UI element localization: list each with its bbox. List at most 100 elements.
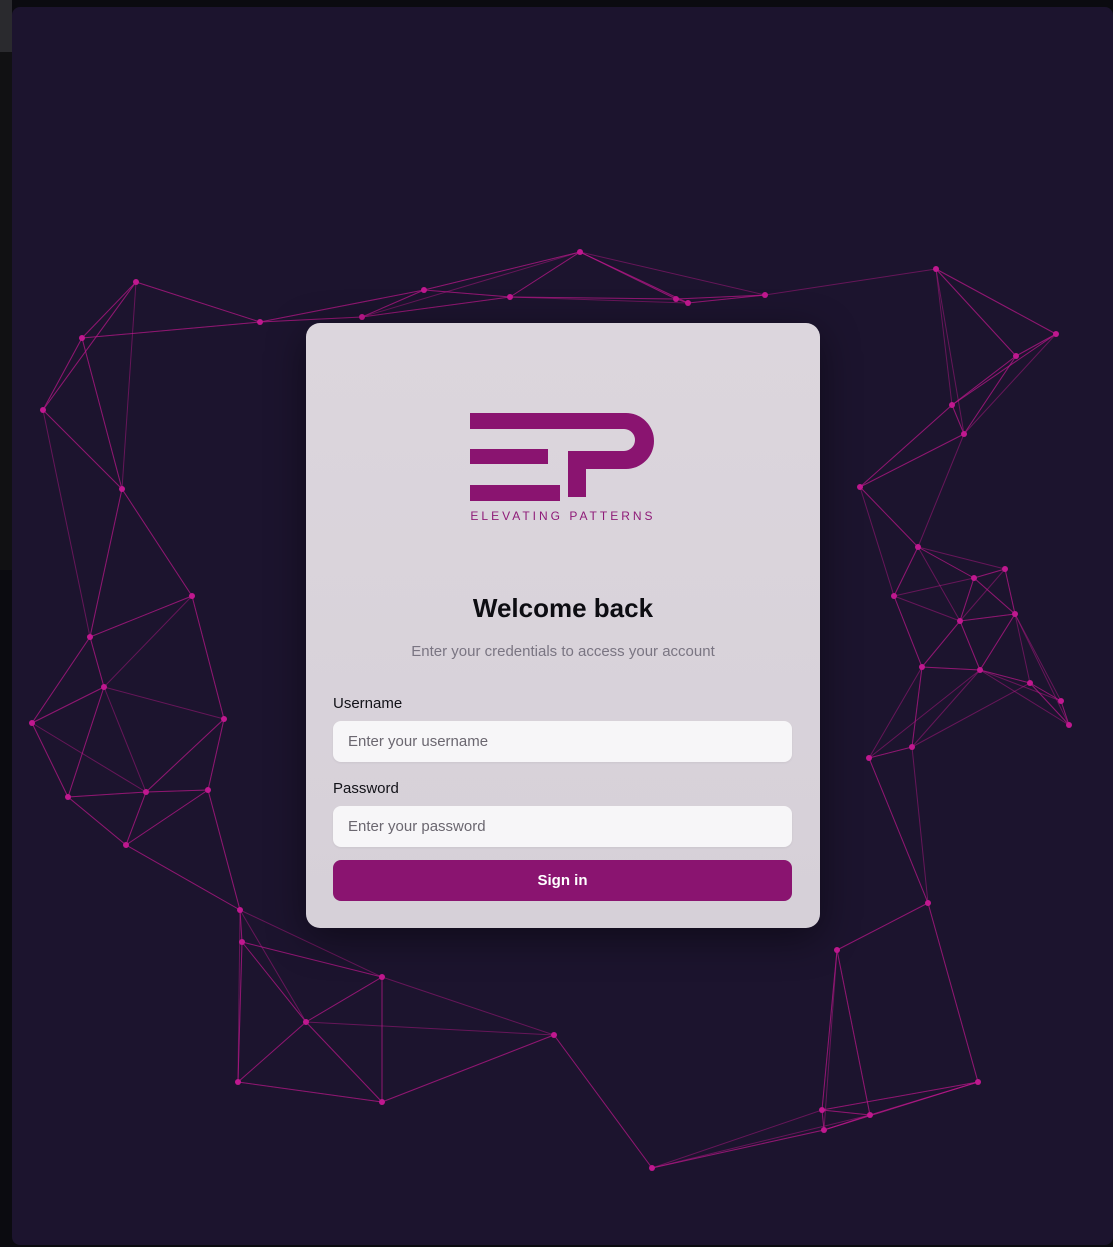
network-node xyxy=(915,544,921,550)
network-node xyxy=(119,486,125,492)
network-node xyxy=(834,947,840,953)
network-node xyxy=(1066,722,1072,728)
network-edge xyxy=(935,268,1057,335)
network-edge xyxy=(859,433,965,488)
network-node xyxy=(40,407,46,413)
network-node xyxy=(303,1019,309,1025)
signin-button[interactable]: Sign in xyxy=(333,860,792,901)
network-edge xyxy=(893,546,919,597)
network-edge xyxy=(103,595,193,688)
network-edge xyxy=(911,666,923,748)
network-edge xyxy=(951,355,1017,406)
network-edge xyxy=(921,666,981,671)
network-edge xyxy=(973,577,1016,615)
network-edge xyxy=(579,251,766,296)
network-node xyxy=(379,974,385,980)
network-node xyxy=(1027,680,1033,686)
network-edge xyxy=(31,686,105,724)
network-edge xyxy=(823,949,838,1131)
network-edge xyxy=(237,1081,383,1103)
network-node xyxy=(819,1107,825,1113)
network-edge xyxy=(423,289,511,298)
network-node xyxy=(101,684,107,690)
network-edge xyxy=(821,1109,871,1116)
app-window: ELEVATING PATTERNS Welcome back Enter yo… xyxy=(12,7,1113,1245)
network-edge xyxy=(381,976,555,1036)
network-edge xyxy=(959,613,1016,622)
network-node xyxy=(205,787,211,793)
network-edge xyxy=(305,1021,555,1036)
network-edge xyxy=(42,409,91,638)
network-edge xyxy=(973,568,1006,579)
network-edge xyxy=(67,796,127,846)
password-input[interactable] xyxy=(333,806,792,847)
network-edge xyxy=(959,620,981,671)
network-node xyxy=(221,716,227,722)
network-node xyxy=(673,296,679,302)
network-edge xyxy=(125,789,209,846)
network-node xyxy=(65,794,71,800)
network-node xyxy=(977,667,983,673)
network-edge xyxy=(103,686,147,793)
network-edge xyxy=(935,268,1017,357)
network-node xyxy=(762,292,768,298)
network-edge xyxy=(42,281,137,411)
network-node xyxy=(87,634,93,640)
network-node xyxy=(1053,331,1059,337)
network-edge xyxy=(911,669,981,748)
background-edge xyxy=(0,0,12,570)
network-node xyxy=(379,1099,385,1105)
network-node xyxy=(577,249,583,255)
network-node xyxy=(821,1127,827,1133)
username-label: Username xyxy=(333,695,403,712)
network-edge xyxy=(239,909,307,1023)
network-edge xyxy=(145,789,209,793)
network-edge xyxy=(935,268,965,435)
network-edge xyxy=(81,337,123,490)
network-edge xyxy=(81,321,261,339)
network-node xyxy=(189,593,195,599)
network-edge xyxy=(868,757,929,904)
network-edge xyxy=(859,486,895,597)
network-edge xyxy=(821,949,838,1111)
network-node xyxy=(949,402,955,408)
network-node xyxy=(359,314,365,320)
network-edge xyxy=(764,268,937,296)
background-edge-top xyxy=(0,0,12,52)
page-subtitle: Enter your credentials to access your ac… xyxy=(411,643,715,660)
network-node xyxy=(891,593,897,599)
network-node xyxy=(235,1079,241,1085)
network-edge xyxy=(927,902,979,1083)
network-edge xyxy=(241,941,307,1023)
network-edge xyxy=(509,251,581,298)
username-input[interactable] xyxy=(333,721,792,762)
network-edge xyxy=(893,595,923,668)
network-edge xyxy=(81,281,137,339)
login-card: ELEVATING PATTERNS Welcome back Enter yo… xyxy=(306,323,820,928)
network-edge xyxy=(859,404,953,488)
network-node xyxy=(919,664,925,670)
network-edge xyxy=(675,294,766,300)
network-edge xyxy=(207,718,225,791)
network-edge xyxy=(951,333,1057,406)
network-node xyxy=(507,294,513,300)
network-edge xyxy=(121,488,193,597)
network-edge xyxy=(579,251,689,304)
network-node xyxy=(909,744,915,750)
network-edge xyxy=(67,686,105,798)
network-edge xyxy=(951,404,965,435)
network-edge xyxy=(651,1109,823,1169)
logo-tagline: ELEVATING PATTERNS xyxy=(470,509,656,523)
network-edge xyxy=(687,294,766,304)
network-edge xyxy=(963,355,1017,435)
network-node xyxy=(551,1032,557,1038)
ep-logo-icon: ELEVATING PATTERNS xyxy=(468,413,658,523)
network-edge xyxy=(31,636,91,724)
network-edge xyxy=(1015,333,1057,357)
network-edge xyxy=(935,268,953,406)
network-edge xyxy=(893,577,975,597)
network-edge xyxy=(67,791,147,798)
network-edge xyxy=(135,281,261,323)
network-edge xyxy=(145,718,225,793)
network-node xyxy=(649,1165,655,1171)
